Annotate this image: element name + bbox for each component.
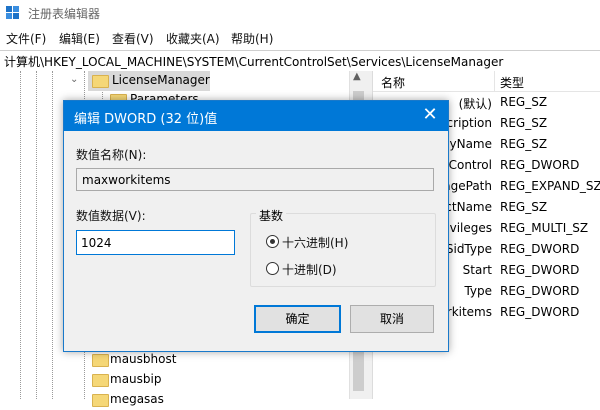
value-name-label: 数值名称(N): [76, 148, 147, 162]
column-header-name[interactable]: 名称 [381, 74, 405, 91]
tree-node-megasas[interactable]: megasas [92, 390, 212, 410]
value-name-text: maxworkitems [82, 173, 171, 187]
tree-node-licensemanager[interactable]: LicenseManager [88, 71, 210, 91]
window-title: 注册表编辑器 [28, 7, 101, 21]
dialog-titlebar[interactable]: 编辑 DWORD (32 位)值 ✕ [64, 101, 448, 131]
window-titlebar: 注册表编辑器 [0, 0, 600, 26]
menu-edit[interactable]: 编辑(E) [59, 30, 100, 47]
tree-node-label: mausbip [110, 372, 162, 386]
value-name-field: maxworkitems [76, 168, 434, 191]
value-type: REG_DWORD [500, 158, 580, 172]
value-type: REG_MULTI_SZ [500, 221, 589, 235]
edit-dword-dialog: 编辑 DWORD (32 位)值 ✕ 数值名称(N): maxworkitems… [63, 100, 449, 352]
tree-node-label: megasas [110, 392, 164, 406]
value-type: REG_SZ [500, 200, 548, 214]
tree-node-label: LicenseManager [112, 73, 210, 87]
chevron-down-icon[interactable]: ⌄ [70, 74, 78, 85]
value-type: REG_DWORD [500, 242, 580, 256]
tree-guide-line [52, 71, 53, 399]
column-divider[interactable] [494, 71, 495, 91]
value-data-label: 数值数据(V): [76, 209, 146, 223]
list-header: 名称 类型 [373, 71, 600, 92]
radio-hex[interactable] [266, 235, 279, 248]
folder-icon [92, 394, 109, 407]
value-data-text[interactable]: 1024 [81, 236, 112, 250]
scroll-up-arrow-icon[interactable]: ▲ [353, 71, 361, 82]
value-type: REG_SZ [500, 116, 548, 130]
menu-help[interactable]: 帮助(H) [231, 30, 273, 47]
menu-view[interactable]: 查看(V) [112, 30, 154, 47]
folder-icon [92, 374, 109, 387]
value-type: REG_SZ [500, 95, 548, 109]
dialog-title: 编辑 DWORD (32 位)值 [74, 112, 218, 127]
tree-node-mausbip[interactable]: mausbip [92, 370, 212, 390]
tree-guide-line [20, 71, 21, 399]
value-type: REG_EXPAND_SZ [500, 179, 600, 193]
address-bar[interactable]: 计算机\HKEY_LOCAL_MACHINE\SYSTEM\CurrentCon… [0, 50, 600, 72]
address-path[interactable]: 计算机\HKEY_LOCAL_MACHINE\SYSTEM\CurrentCon… [4, 53, 503, 70]
tree-node-label: mausbhost [110, 352, 177, 366]
tree-node-mausbhost[interactable]: mausbhost [92, 350, 212, 370]
menu-bar: 文件(F) 编辑(E) 查看(V) 收藏夹(A) 帮助(H) [0, 28, 600, 48]
radio-hex-label[interactable]: 十六进制(H) [282, 234, 348, 251]
cancel-button[interactable]: 取消 [350, 305, 434, 333]
value-type: REG_SZ [500, 137, 548, 151]
value-type: REG_DWORD [500, 263, 580, 277]
radio-decimal[interactable] [266, 262, 279, 275]
radio-decimal-label[interactable]: 十进制(D) [282, 261, 337, 278]
menu-favorites[interactable]: 收藏夹(A) [166, 30, 220, 47]
folder-icon [92, 354, 109, 367]
value-type: REG_DWORD [500, 284, 580, 298]
tree-guide-line [36, 71, 37, 399]
base-group-label: 基数 [256, 207, 287, 224]
close-icon[interactable]: ✕ [420, 104, 440, 125]
registry-editor-icon [6, 6, 19, 19]
value-type: REG_DWORD [500, 305, 580, 319]
ok-button[interactable]: 确定 [254, 305, 341, 333]
menu-file[interactable]: 文件(F) [6, 30, 46, 47]
value-data-input[interactable]: 1024 [76, 230, 235, 255]
column-header-type[interactable]: 类型 [500, 74, 524, 91]
folder-open-icon [92, 75, 109, 88]
